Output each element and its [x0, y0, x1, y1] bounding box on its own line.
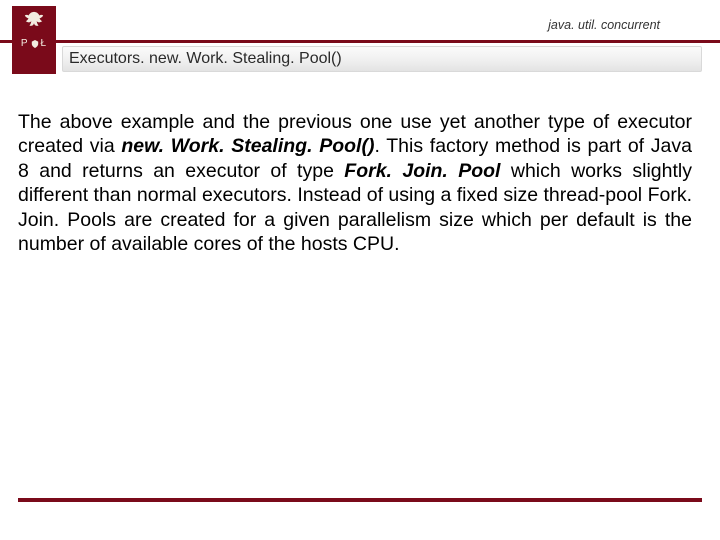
slide-title: Executors. new. Work. Stealing. Pool() [69, 50, 342, 68]
class-name: Fork. Join. Pool [344, 160, 500, 182]
method-name: new. Work. Stealing. Pool() [121, 135, 374, 157]
header: java. util. concurrent P Ł Executors. ne… [0, 0, 720, 78]
package-label: java. util. concurrent [548, 18, 660, 32]
logo-letter-right: Ł [41, 38, 48, 49]
university-logo: P Ł [12, 6, 56, 74]
bottom-divider [18, 498, 702, 502]
logo-letters: P Ł [21, 38, 47, 49]
title-bar: Executors. new. Work. Stealing. Pool() [62, 46, 702, 72]
slide: java. util. concurrent P Ł Executors. ne… [0, 0, 720, 540]
top-divider [0, 40, 720, 43]
eagle-icon [22, 10, 46, 32]
body-paragraph: The above example and the previous one u… [18, 110, 692, 256]
logo-letter-left: P [21, 38, 29, 49]
shield-icon [31, 40, 39, 48]
